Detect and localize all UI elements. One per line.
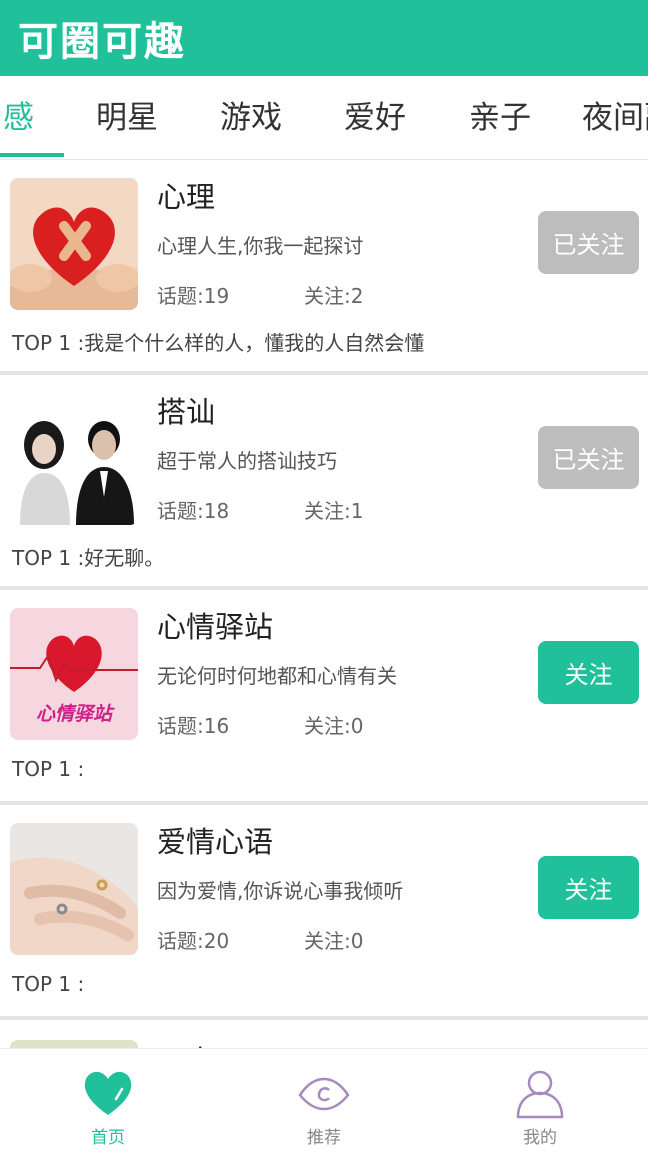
nav-recommend[interactable]: 推荐	[216, 1049, 432, 1152]
active-tab-indicator	[0, 153, 64, 157]
tab-hobbies[interactable]: 爱好	[344, 76, 406, 156]
landscape-image	[10, 1040, 138, 1048]
hands-rings-image	[10, 823, 138, 955]
circle-thumbnail[interactable]	[10, 393, 138, 525]
circle-thumbnail[interactable]	[10, 823, 138, 955]
circle-description: 无论何时何地都和心情有关	[157, 664, 397, 688]
circle-list[interactable]: 心理 心理人生,你我一起探讨 话题:19 关注:2 已关注 TOP 1 :我是个…	[0, 160, 648, 1048]
nav-mine[interactable]: 我的	[432, 1049, 648, 1152]
tab-games[interactable]: 游戏	[220, 76, 282, 156]
circle-thumbnail[interactable]: 心情驿站	[10, 608, 138, 740]
app-title: 可圈可趣	[18, 19, 186, 65]
followed-button[interactable]: 已关注	[538, 211, 639, 274]
tab-parenting[interactable]: 亲子	[469, 76, 531, 156]
follower-count: 关注:0	[304, 929, 364, 953]
circle-title: 网商	[157, 1038, 215, 1048]
topic-count: 话题:20	[157, 929, 230, 953]
top-post[interactable]: TOP 1 :	[12, 972, 84, 996]
circle-thumbnail[interactable]	[10, 178, 138, 310]
top-post[interactable]: TOP 1 :我是个什么样的人，懂我的人自然会懂	[12, 327, 424, 356]
circle-card[interactable]: 网商	[0, 1020, 648, 1048]
circle-description: 因为爱情,你诉说心事我倾听	[157, 879, 404, 903]
top-post[interactable]: TOP 1 :好无聊。	[12, 542, 164, 571]
top-post[interactable]: TOP 1 :	[12, 757, 84, 781]
follower-count: 关注:2	[304, 284, 364, 308]
topic-count: 话题:18	[157, 499, 230, 523]
couple-image	[10, 393, 138, 525]
tab-stars[interactable]: 明星	[96, 76, 158, 156]
user-icon	[516, 1070, 564, 1119]
follow-button[interactable]: 关注	[538, 856, 639, 919]
tab-night[interactable]: 夜间副	[582, 76, 648, 156]
broken-heart-image	[10, 178, 138, 310]
svg-text:心情驿站: 心情驿站	[36, 703, 115, 725]
circle-title: 搭讪	[157, 395, 216, 429]
circle-card[interactable]: 心理 心理人生,你我一起探讨 话题:19 关注:2 已关注 TOP 1 :我是个…	[0, 160, 648, 375]
heart-icon	[84, 1071, 132, 1115]
circle-title: 心情驿站	[157, 610, 274, 644]
app-header: 可圈可趣	[0, 0, 648, 76]
nav-home[interactable]: 首页	[0, 1049, 216, 1152]
follower-count: 关注:0	[304, 714, 364, 738]
circle-card[interactable]: 爱情心语 因为爱情,你诉说心事我倾听 话题:20 关注:0 关注 TOP 1 :	[0, 805, 648, 1020]
circle-card[interactable]: 搭讪 超于常人的搭讪技巧 话题:18 关注:1 已关注 TOP 1 :好无聊。	[0, 375, 648, 590]
circle-card[interactable]: 心情驿站 心情驿站 无论何时何地都和心情有关 话题:16 关注:0 关注 TOP…	[0, 590, 648, 805]
circle-title: 爱情心语	[157, 825, 274, 859]
topic-count: 话题:19	[157, 284, 230, 308]
followed-button[interactable]: 已关注	[538, 426, 639, 489]
circle-title: 心理	[157, 180, 216, 214]
circle-description: 超于常人的搭讪技巧	[157, 449, 337, 473]
circle-thumbnail[interactable]	[10, 1040, 138, 1048]
category-tab-bar[interactable]: 感 明星 游戏 爱好 亲子 夜间副	[0, 76, 648, 160]
tab-emotion[interactable]: 感	[3, 76, 34, 156]
follow-button[interactable]: 关注	[538, 641, 639, 704]
heartbeat-heart-image: 心情驿站	[10, 608, 138, 740]
follower-count: 关注:1	[304, 499, 364, 523]
bottom-navigation: 首页 推荐 我的	[0, 1048, 648, 1152]
nav-label: 我的	[523, 1128, 557, 1148]
eye-icon	[298, 1077, 350, 1111]
circle-description: 心理人生,你我一起探讨	[157, 234, 364, 258]
topic-count: 话题:16	[157, 714, 230, 738]
nav-label: 推荐	[307, 1128, 341, 1148]
nav-label: 首页	[91, 1128, 125, 1148]
